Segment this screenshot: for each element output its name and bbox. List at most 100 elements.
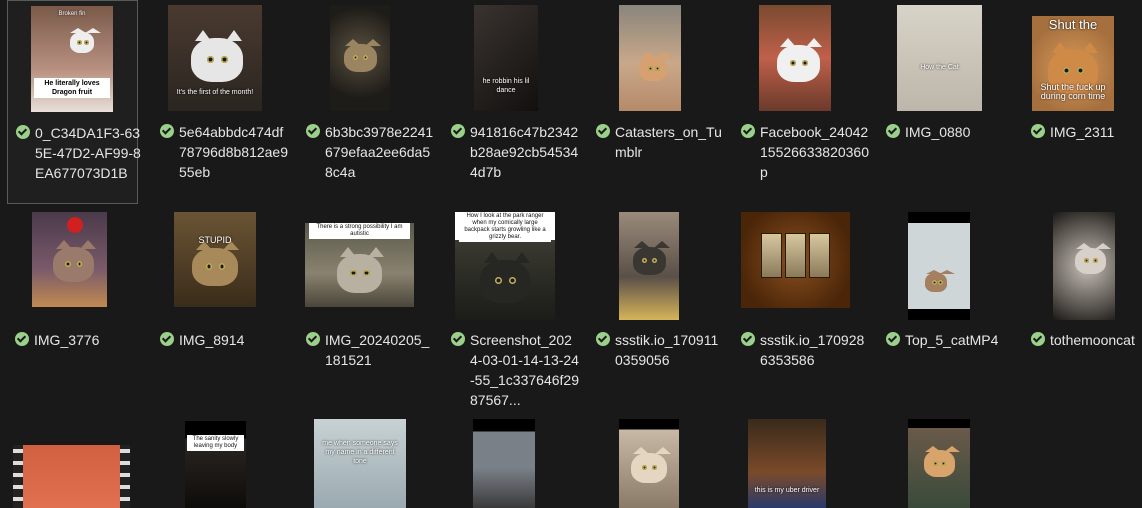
file-thumbnail[interactable]: [759, 5, 831, 111]
file-thumbnail[interactable]: [32, 212, 107, 307]
thumbnail-caption: me when someone says my name in a differ…: [322, 439, 398, 465]
file-item[interactable]: The sanity slowly leaving my body: [152, 415, 283, 508]
file-label: 0_C34DA1F3-635E-47D2-AF99-8EA677073D1B: [16, 123, 144, 183]
cat-ear: [367, 246, 384, 257]
cat-eye: [205, 263, 213, 270]
file-item[interactable]: ssstik.io_1709286353586: [733, 208, 864, 413]
file-thumbnail[interactable]: me when someone says my name in a differ…: [314, 419, 406, 508]
file-name: IMG_20240205_181521: [325, 332, 430, 368]
file-item[interactable]: Broken fin He literally loves Dragon frui…: [7, 0, 141, 204]
file-thumbnail[interactable]: [473, 419, 535, 508]
cat-ear: [1082, 41, 1099, 53]
file-thumbnail[interactable]: The sanity slowly leaving my body: [185, 421, 246, 508]
file-name: tothemooncat: [1050, 332, 1135, 348]
file-item[interactable]: It's the first of the month! 5e64abbdc474…: [152, 0, 288, 204]
cat-ear: [340, 246, 357, 257]
file-thumbnail[interactable]: How the Cat: [897, 5, 982, 111]
cat-eye: [641, 465, 647, 471]
cat-face: [923, 450, 955, 477]
file-thumbnail[interactable]: [619, 212, 679, 320]
cat-ear: [640, 52, 657, 59]
file-thumbnail[interactable]: Broken fin He literally loves Dragon frui…: [31, 6, 113, 112]
thumbnail-caption: Broken fin: [58, 11, 86, 18]
cat-eye: [76, 260, 83, 267]
file-item[interactable]: [588, 415, 719, 508]
file-item[interactable]: me when someone says my name in a differ…: [298, 415, 429, 508]
cat-ear: [943, 445, 960, 452]
file-item[interactable]: tothemooncat: [1023, 208, 1142, 413]
cat-face: [639, 56, 668, 81]
thumbnail-caption: this is my uber driver: [754, 486, 820, 494]
cat-ear: [780, 38, 797, 48]
file-item[interactable]: How I look at the park ranger when my co…: [443, 208, 579, 413]
cat-eye: [206, 55, 214, 64]
cat-face: [480, 260, 530, 303]
file-thumbnail[interactable]: [908, 212, 970, 320]
file-item[interactable]: 6b3bc3978e2241679efaa2ee6da58c4a: [298, 0, 433, 204]
file-thumbnail[interactable]: he robbin his lil dance: [474, 5, 538, 111]
file-item[interactable]: [878, 415, 1009, 508]
file-thumbnail[interactable]: STUPID: [174, 212, 256, 307]
thumbnail-caption: STUPID: [198, 234, 232, 245]
file-item[interactable]: Catasters_on_Tumblr: [588, 0, 722, 204]
file-item[interactable]: STUPID IMG_8914: [152, 208, 283, 413]
file-name: 0_C34DA1F3-635E-47D2-AF99-8EA677073D1B: [35, 125, 141, 181]
file-thumbnail[interactable]: [619, 419, 679, 508]
file-thumbnail[interactable]: Shut the Shut the fuck up during corn tim…: [1032, 16, 1114, 111]
sync-status-icon: [596, 124, 610, 138]
sync-status-icon: [886, 124, 900, 138]
thumbnail-caption: There is a strong possibility I am autis…: [309, 223, 410, 239]
file-name: 6b3bc3978e2241679efaa2ee6da58c4a: [325, 124, 434, 180]
file-label: IMG_8914: [160, 330, 288, 350]
file-item[interactable]: There is a strong possibility I am autis…: [298, 208, 429, 413]
file-thumbnail[interactable]: [619, 5, 681, 111]
file-item[interactable]: ssstik.io_1709110359056: [588, 208, 719, 413]
file-name: Top_5_catMP4: [905, 332, 999, 348]
cat-ear: [514, 252, 530, 264]
file-label: IMG_20240205_181521: [306, 330, 434, 370]
file-thumbnail[interactable]: [13, 445, 130, 508]
file-thumbnail[interactable]: [741, 212, 850, 308]
file-item[interactable]: How the Cat IMG_0880: [878, 0, 1009, 204]
cat-ear: [633, 447, 650, 455]
cat-ear: [55, 240, 72, 250]
cat-eye: [363, 269, 370, 277]
file-item[interactable]: [7, 415, 138, 508]
cat-eye: [932, 461, 938, 467]
file-item[interactable]: Shut the Shut the fuck up during corn tim…: [1023, 0, 1142, 204]
file-thumbnail[interactable]: [908, 419, 970, 508]
sync-status-icon: [451, 332, 465, 346]
file-item[interactable]: Facebook_2404215526633820360p: [733, 0, 869, 204]
sync-status-icon: [451, 124, 465, 138]
cat-ear: [806, 38, 823, 48]
cat-ear: [938, 269, 955, 274]
file-item[interactable]: this is my uber driver: [733, 415, 864, 508]
file-label: ssstik.io_1709286353586: [741, 330, 869, 370]
file-thumbnail[interactable]: There is a strong possibility I am autis…: [305, 223, 414, 307]
file-thumbnail[interactable]: [330, 5, 390, 111]
file-label: ssstik.io_1709110359056: [596, 330, 724, 370]
file-label: IMG_2311: [1031, 122, 1142, 142]
file-thumbnail[interactable]: It's the first of the month!: [168, 5, 262, 111]
file-thumbnail[interactable]: [1053, 212, 1115, 320]
file-item[interactable]: he robbin his lil dance 941816c47b2342b28…: [443, 0, 578, 204]
file-item[interactable]: Top_5_catMP4: [878, 208, 1009, 413]
cat-ear: [85, 27, 102, 33]
cat-face: [191, 38, 243, 83]
file-thumbnail[interactable]: How I look at the park ranger when my co…: [455, 212, 555, 320]
thumbnail-caption: he robbin his lil dance: [482, 78, 530, 95]
file-name: Screenshot_2024-03-01-14-13-24-55_1c3376…: [470, 332, 579, 408]
file-name: IMG_0880: [905, 124, 971, 140]
thumbnail-caption: Shut the fuck up during corn time: [1040, 81, 1106, 102]
sync-status-icon: [160, 332, 174, 346]
file-label: Top_5_catMP4: [886, 330, 1014, 350]
cat-eye: [802, 59, 809, 66]
file-name: ssstik.io_1709110359056: [615, 332, 719, 368]
sync-status-icon: [160, 124, 174, 138]
file-item[interactable]: [443, 415, 574, 508]
cat-ear: [657, 52, 674, 59]
file-item[interactable]: IMG_3776: [7, 208, 138, 413]
file-label: IMG_0880: [886, 122, 1014, 142]
film-strip: [13, 445, 23, 508]
file-thumbnail[interactable]: this is my uber driver: [748, 419, 826, 508]
